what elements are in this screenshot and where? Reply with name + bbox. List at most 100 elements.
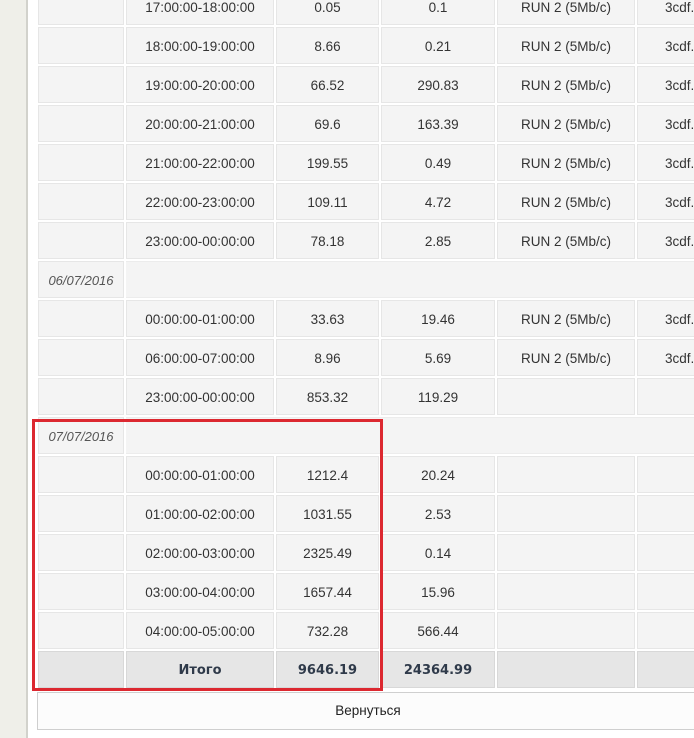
- total-label: Итого: [126, 651, 274, 688]
- value-2-cell: 119.29: [381, 378, 495, 415]
- total-value-1: 9646.19: [276, 651, 379, 688]
- file-cell: 3cdf.: [637, 339, 694, 376]
- empty-cell: [38, 66, 124, 103]
- value-2-cell: 0.21: [381, 27, 495, 64]
- value-1-cell: 2325.49: [276, 534, 379, 571]
- table-row: 03:00:00-04:00:00 1657.44 15.96: [38, 573, 694, 612]
- run-cell: RUN 2 (5Mb/c): [497, 66, 635, 103]
- run-cell: RUN 2 (5Mb/c): [497, 0, 635, 25]
- file-cell: 3cdf.: [637, 144, 694, 181]
- total-value-2: 24364.99: [381, 651, 495, 688]
- value-2-cell: 0.49: [381, 144, 495, 181]
- empty-cell: [38, 0, 124, 25]
- empty-cell: [38, 339, 124, 376]
- table-row: 00:00:00-01:00:00 33.63 19.46 RUN 2 (5Mb/c)…: [38, 300, 694, 339]
- value-1-cell: 33.63: [276, 300, 379, 337]
- value-1-cell: 1031.55: [276, 495, 379, 532]
- file-cell: 3cdf.: [637, 27, 694, 64]
- empty-cell: [38, 144, 124, 181]
- table-row: 01:00:00-02:00:00 1031.55 2.53: [38, 495, 694, 534]
- empty-cell: [38, 573, 124, 610]
- table-row: 20:00:00-21:00:00 69.6 163.39 RUN 2 (5Mb/c)…: [38, 105, 694, 144]
- value-2-cell: 5.69: [381, 339, 495, 376]
- empty-cell: [38, 183, 124, 220]
- date-label: 06/07/2016: [38, 261, 124, 298]
- value-1-cell: 69.6: [276, 105, 379, 142]
- run-cell: [497, 495, 635, 532]
- value-2-cell: 4.72: [381, 183, 495, 220]
- table-row: 02:00:00-03:00:00 2325.49 0.14: [38, 534, 694, 573]
- time-range-cell: 06:00:00-07:00:00: [126, 339, 274, 376]
- run-cell: [497, 573, 635, 610]
- table-row: 04:00:00-05:00:00 732.28 566.44: [38, 612, 694, 651]
- table-row: 22:00:00-23:00:00 109.11 4.72 RUN 2 (5Mb/c)…: [38, 183, 694, 222]
- value-2-cell: 20.24: [381, 456, 495, 493]
- empty-cell: [38, 612, 124, 649]
- time-range-cell: 23:00:00-00:00:00: [126, 222, 274, 259]
- file-cell: [637, 378, 694, 415]
- value-1-cell: 8.96: [276, 339, 379, 376]
- time-range-cell: 23:00:00-00:00:00: [126, 378, 274, 415]
- file-cell: [637, 612, 694, 649]
- date-group-row: 07/07/2016: [38, 417, 694, 456]
- empty-cell: [38, 495, 124, 532]
- value-2-cell: 566.44: [381, 612, 495, 649]
- file-cell: 3cdf.: [637, 105, 694, 142]
- total-spacer-cell: [38, 651, 124, 688]
- run-cell: [497, 456, 635, 493]
- run-cell: RUN 2 (5Mb/c): [497, 183, 635, 220]
- run-cell: RUN 2 (5Mb/c): [497, 300, 635, 337]
- date-row-fill: [126, 261, 694, 298]
- value-1-cell: 66.52: [276, 66, 379, 103]
- file-cell: 3cdf.: [637, 0, 694, 25]
- run-cell: RUN 2 (5Mb/c): [497, 144, 635, 181]
- value-1-cell: 732.28: [276, 612, 379, 649]
- run-cell: [497, 378, 635, 415]
- empty-cell: [38, 300, 124, 337]
- table-row: 19:00:00-20:00:00 66.52 290.83 RUN 2 (5Mb/c…: [38, 66, 694, 105]
- file-cell: [637, 534, 694, 571]
- table-row: 17:00:00-18:00:00 0.05 0.1 RUN 2 (5Mb/c) 3cd…: [38, 0, 694, 27]
- file-cell: 3cdf.: [637, 66, 694, 103]
- value-2-cell: 0.1: [381, 0, 495, 25]
- run-cell: RUN 2 (5Mb/c): [497, 222, 635, 259]
- back-button[interactable]: Вернуться: [37, 692, 694, 730]
- table-row: 00:00:00-01:00:00 1212.4 20.24: [38, 456, 694, 495]
- file-cell: 3cdf.: [637, 300, 694, 337]
- value-2-cell: 163.39: [381, 105, 495, 142]
- total-empty-cell: [497, 651, 635, 688]
- value-2-cell: 2.53: [381, 495, 495, 532]
- run-cell: RUN 2 (5Mb/c): [497, 339, 635, 376]
- empty-cell: [38, 534, 124, 571]
- value-2-cell: 19.46: [381, 300, 495, 337]
- run-cell: [497, 612, 635, 649]
- time-range-cell: 22:00:00-23:00:00: [126, 183, 274, 220]
- left-margin: [0, 0, 26, 738]
- file-cell: [637, 456, 694, 493]
- time-range-cell: 04:00:00-05:00:00: [126, 612, 274, 649]
- time-range-cell: 17:00:00-18:00:00: [126, 0, 274, 25]
- date-row-fill: [126, 417, 694, 454]
- empty-cell: [38, 27, 124, 64]
- run-cell: RUN 2 (5Mb/c): [497, 105, 635, 142]
- value-1-cell: 1212.4: [276, 456, 379, 493]
- run-cell: [497, 534, 635, 571]
- time-range-cell: 19:00:00-20:00:00: [126, 66, 274, 103]
- table-row: 23:00:00-00:00:00 853.32 119.29: [38, 378, 694, 417]
- table-row: 18:00:00-19:00:00 8.66 0.21 RUN 2 (5Mb/c) 3c…: [38, 27, 694, 66]
- empty-cell: [38, 222, 124, 259]
- value-2-cell: 290.83: [381, 66, 495, 103]
- value-2-cell: 2.85: [381, 222, 495, 259]
- empty-cell: [38, 105, 124, 142]
- value-1-cell: 199.55: [276, 144, 379, 181]
- value-1-cell: 8.66: [276, 27, 379, 64]
- value-1-cell: 1657.44: [276, 573, 379, 610]
- value-1-cell: 853.32: [276, 378, 379, 415]
- table-row: 23:00:00-00:00:00 78.18 2.85 RUN 2 (5Mb/c) 3…: [38, 222, 694, 261]
- time-range-cell: 01:00:00-02:00:00: [126, 495, 274, 532]
- value-2-cell: 0.14: [381, 534, 495, 571]
- empty-cell: [38, 456, 124, 493]
- time-range-cell: 03:00:00-04:00:00: [126, 573, 274, 610]
- time-range-cell: 20:00:00-21:00:00: [126, 105, 274, 142]
- value-1-cell: 0.05: [276, 0, 379, 25]
